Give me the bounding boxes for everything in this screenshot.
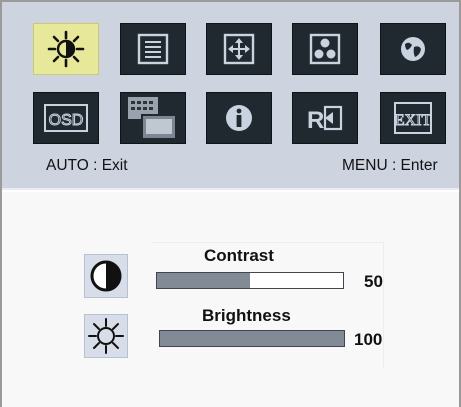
language-icon[interactable] (380, 23, 446, 75)
exit-icon[interactable]: EXIT (380, 92, 446, 144)
brightness-contrast-icon[interactable] (33, 23, 99, 75)
svg-text:R: R (307, 107, 324, 134)
contrast-slider-fill (157, 273, 250, 288)
osd-submenu: Contrast 50 Brightness 100 (2, 192, 459, 407)
auto-exit-hint: AUTO : Exit (46, 157, 128, 174)
menu-enter-hint: MENU : Enter (342, 157, 438, 174)
position-icon[interactable] (206, 23, 272, 75)
osd-window: OSD R EXIT AUTO: Exit MENU: Enter Cont… (0, 0, 461, 407)
information-icon[interactable] (206, 92, 272, 144)
color-icon[interactable] (292, 23, 358, 75)
osd-settings-icon[interactable]: OSD (33, 92, 99, 144)
brightness-slider-fill (160, 331, 344, 346)
osd-main-menu: OSD R EXIT AUTO: Exit MENU: Enter (2, 2, 459, 190)
contrast-label: Contrast (204, 246, 274, 265)
brightness-icon (84, 314, 128, 358)
contrast-value: 50 (364, 272, 383, 291)
image-settings-icon[interactable] (120, 23, 186, 75)
osd-text: OSD (49, 112, 84, 129)
input-select-icon[interactable] (120, 92, 186, 144)
contrast-icon (84, 254, 128, 298)
brightness-slider[interactable] (159, 330, 345, 347)
reset-icon[interactable]: R (292, 92, 358, 144)
exit-text: EXIT (395, 112, 432, 129)
brightness-label: Brightness (202, 306, 291, 325)
contrast-slider[interactable] (156, 272, 344, 289)
brightness-value: 100 (354, 330, 383, 349)
